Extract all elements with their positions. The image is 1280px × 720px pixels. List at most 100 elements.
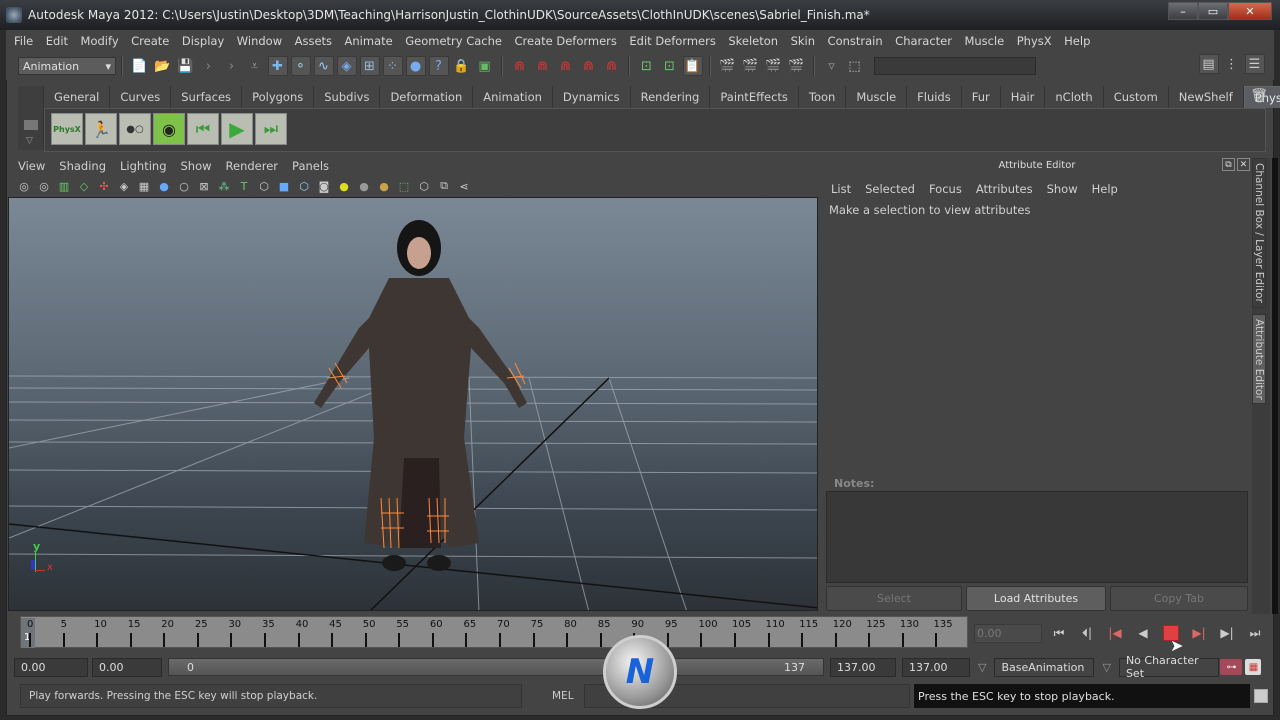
time-slider[interactable]: 1 0 5 10 15 20 25 30 35 40 45 50 55 60 65 70 75 80 85 90 95… [20, 616, 968, 648]
shelf-options-icon[interactable]: ▽ [26, 136, 33, 146]
open-scene-icon[interactable]: 📂 [153, 56, 173, 76]
character-set-field[interactable]: No Character Set [1118, 654, 1219, 680]
panel-menu-show[interactable]: Show [181, 159, 212, 173]
new-scene-icon[interactable]: 📄 [130, 56, 150, 76]
physx-run-icon[interactable]: 🏃 [85, 113, 117, 145]
selection-mask-icon[interactable]: ⩡ [245, 56, 265, 76]
shelf-tab-muscle[interactable]: Muscle [846, 86, 908, 108]
menu-modify[interactable]: Modify [81, 34, 119, 48]
attr-menu-selected[interactable]: Selected [865, 182, 915, 196]
make-live-icon[interactable]: ⋒ [602, 56, 622, 76]
channel-box-toggle-icon[interactable]: ☰ [1244, 54, 1265, 74]
render-view-icon[interactable]: 🎬 [718, 56, 738, 76]
physx-logo-icon[interactable]: PhysX [51, 113, 83, 145]
shelf-tab-hair[interactable]: Hair [1000, 86, 1046, 108]
default-lighting-icon[interactable]: ● [335, 178, 353, 194]
smooth-shade-icon[interactable]: ■ [275, 178, 293, 194]
shelf-tab-newshelf[interactable]: NewShelf [1168, 86, 1244, 108]
physx-camera-icon[interactable]: ◉ [153, 113, 185, 145]
menu-create-deformers[interactable]: Create Deformers [514, 34, 616, 48]
bookmarks-icon[interactable]: ▥ [55, 178, 73, 194]
menu-window[interactable]: Window [237, 34, 282, 48]
attr-menu-attributes[interactable]: Attributes [976, 182, 1033, 196]
animation-preferences-icon[interactable]: ▦ [1245, 659, 1262, 675]
physx-particles-icon[interactable]: ●○ [119, 113, 151, 145]
grid-icon[interactable]: ◈ [115, 178, 133, 194]
menu-animate[interactable]: Animate [345, 34, 393, 48]
menu-assets[interactable]: Assets [295, 34, 332, 48]
select-joints-icon[interactable]: ⚬ [290, 56, 311, 76]
panel-menu-lighting[interactable]: Lighting [120, 159, 166, 173]
snap-curve-icon[interactable]: ⋒ [533, 56, 553, 76]
select-dynamics-icon[interactable]: ⁘ [382, 56, 403, 76]
menu-character[interactable]: Character [895, 34, 952, 48]
select-button[interactable]: Select [826, 586, 962, 611]
render-settings-icon[interactable]: 🎬 [787, 56, 807, 76]
play-backwards-button[interactable]: ◀ [1132, 622, 1154, 644]
input-mode-dropdown-icon[interactable]: ▿ [822, 56, 842, 76]
anim-layer-field[interactable]: BaseAnimation [994, 657, 1095, 677]
camera-attributes-icon[interactable]: ◎ [35, 178, 53, 194]
camera-pan-icon[interactable]: ✣ [95, 178, 113, 194]
go-to-start-button[interactable]: ⏮ [1048, 622, 1070, 644]
menu-display[interactable]: Display [182, 34, 224, 48]
menu-geometry-cache[interactable]: Geometry Cache [405, 34, 502, 48]
film-gate-icon[interactable]: ▦ [135, 178, 153, 194]
menu-muscle[interactable]: Muscle [964, 34, 1004, 48]
all-lights-icon[interactable]: ● [355, 178, 373, 194]
shelf-tab-fur[interactable]: Fur [961, 86, 1001, 108]
field-chart-icon[interactable]: ⊠ [195, 178, 213, 194]
output-connections-icon[interactable]: ⊡ [660, 56, 680, 76]
xray-icon[interactable]: ⬡ [415, 178, 433, 194]
panel-menu-view[interactable]: View [18, 159, 45, 173]
attr-menu-help[interactable]: Help [1092, 182, 1118, 196]
collapse-arrow-icon[interactable]: › [199, 56, 219, 76]
menu-file[interactable]: File [14, 34, 33, 48]
notes-textarea[interactable] [826, 491, 1248, 583]
physx-step-icon[interactable]: ⏭ [255, 113, 287, 145]
safe-action-icon[interactable]: ⁂ [215, 178, 233, 194]
range-slider[interactable]: 0 137 [168, 658, 824, 676]
textured-icon[interactable]: ◙ [315, 178, 333, 194]
menu-edit[interactable]: Edit [46, 34, 68, 48]
shelf-tab-animation[interactable]: Animation [473, 86, 553, 108]
quick-select-field[interactable] [874, 57, 1036, 75]
lock-selection-icon[interactable]: 🔒 [452, 56, 472, 76]
attribute-editor-tab[interactable]: Attribute Editor [1252, 314, 1266, 404]
close-button[interactable]: ✕ [1228, 2, 1272, 20]
step-forward-frame-button[interactable]: ▶| [1216, 622, 1238, 644]
playback-end-field[interactable]: 137.00 [830, 657, 896, 677]
step-forward-key-button[interactable]: ▶| [1188, 622, 1210, 644]
shelf-tab-toon[interactable]: Toon [798, 86, 847, 108]
anim-layer-dropdown-icon[interactable]: ▽ [978, 661, 986, 674]
script-editor-icon[interactable] [1254, 689, 1268, 703]
highlight-selection-icon[interactable]: ▣ [475, 56, 495, 76]
float-panel-icon[interactable]: ⧉ [1222, 158, 1235, 171]
shelf-tab-dynamics[interactable]: Dynamics [552, 86, 631, 108]
collapse-arrow-icon[interactable]: › [222, 56, 242, 76]
input-connections-icon[interactable]: ⊡ [637, 56, 657, 76]
snap-grid-icon[interactable]: ⋒ [510, 56, 530, 76]
load-attributes-button[interactable]: Load Attributes [966, 586, 1106, 611]
select-curves-icon[interactable]: ∿ [313, 56, 334, 76]
channel-box-tab[interactable]: Channel Box / Layer Editor [1252, 158, 1266, 308]
shelf-tab-deformation[interactable]: Deformation [380, 86, 474, 108]
image-plane-icon[interactable]: ◇ [75, 178, 93, 194]
menu-skeleton[interactable]: Skeleton [728, 34, 778, 48]
menuset-dropdown[interactable]: Animation ▾ [18, 57, 116, 75]
panel-menu-renderer[interactable]: Renderer [226, 159, 279, 173]
shelf-tab-curves[interactable]: Curves [110, 86, 172, 108]
shadows-icon[interactable]: ● [375, 178, 393, 194]
xray-joints-icon[interactable]: ⧉ [435, 178, 453, 194]
isolate-select-icon[interactable]: ⬚ [395, 178, 413, 194]
go-to-end-button[interactable]: ⏭ [1244, 622, 1266, 644]
select-surfaces-icon[interactable]: ◈ [336, 56, 357, 76]
playback-start-field[interactable]: 0.00 [92, 657, 162, 677]
tool-settings-toggle-icon[interactable]: ⋮ [1222, 54, 1242, 74]
snap-point-icon[interactable]: ⋒ [556, 56, 576, 76]
menu-physx[interactable]: PhysX [1017, 34, 1052, 48]
select-camera-icon[interactable]: ◎ [15, 178, 33, 194]
menu-create[interactable]: Create [131, 34, 169, 48]
panel-menu-panels[interactable]: Panels [292, 159, 329, 173]
auto-key-toggle-icon[interactable]: ⊶ [1220, 659, 1243, 675]
